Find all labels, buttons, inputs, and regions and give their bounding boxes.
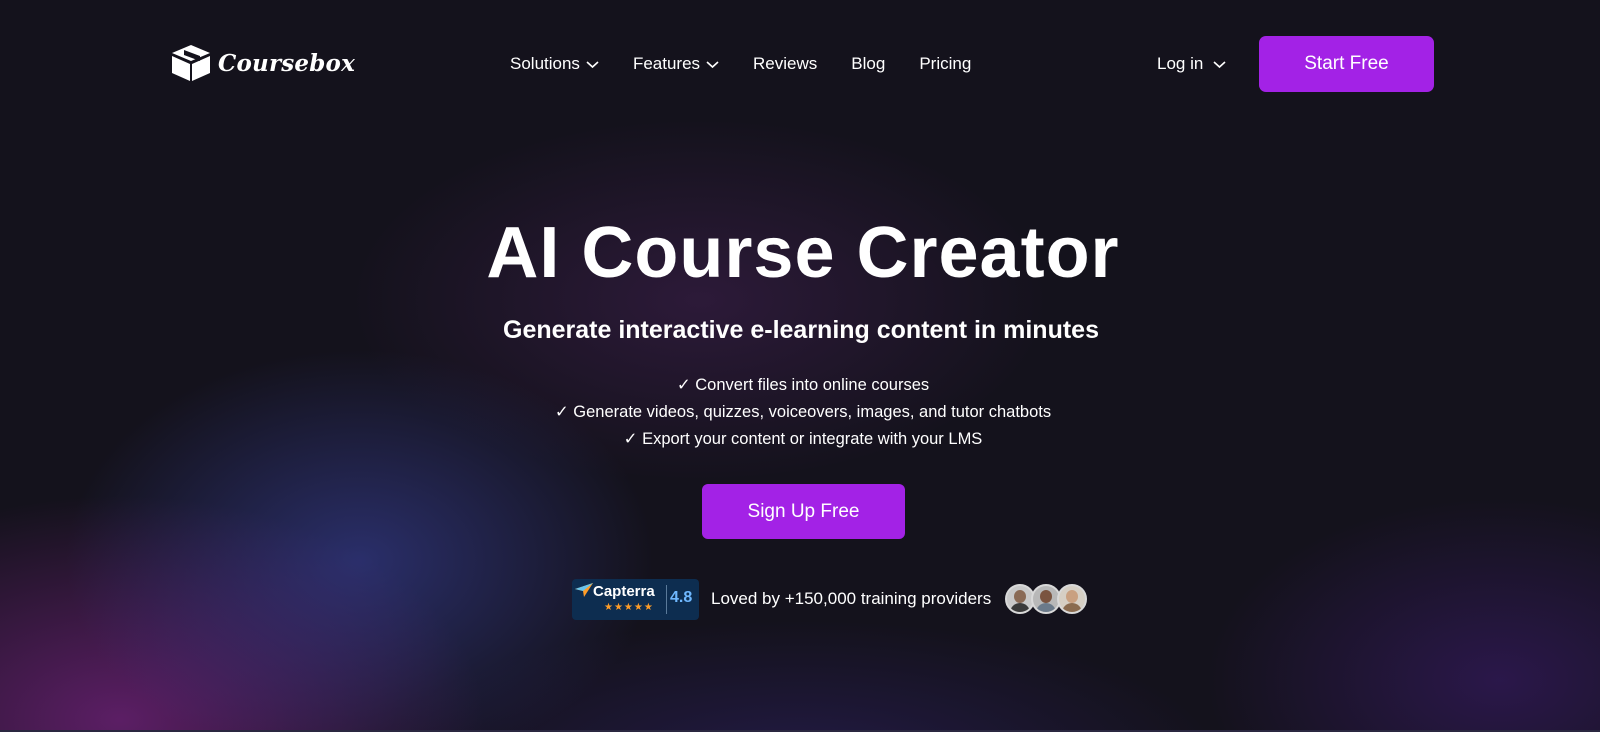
hero-subtitle: Generate interactive e-learning content …	[503, 316, 1099, 344]
nav-item-label: Reviews	[753, 54, 818, 73]
nav-item-solutions[interactable]: Solutions	[510, 54, 599, 74]
nav-item-label: Pricing	[919, 54, 972, 73]
rating-stars-icon: ★★★★★	[604, 601, 654, 613]
main-nav: Solutions Features Reviews Blog Pricing	[510, 50, 1005, 78]
hero-background	[0, 0, 1600, 732]
checklist-item: ✓ Generate videos, quizzes, voiceovers, …	[554, 403, 1052, 421]
capterra-arrow-icon	[575, 582, 593, 597]
nav-item-label: Blog	[851, 54, 886, 73]
chevron-down-icon	[706, 60, 719, 68]
nav-item-label: Solutions	[510, 54, 580, 73]
avatar-face	[1040, 590, 1053, 603]
brand-logo[interactable]: Coursebox	[170, 43, 355, 83]
capterra-score: 4.8	[670, 588, 693, 606]
brand-name: Coursebox	[218, 49, 356, 77]
nav-item-features[interactable]: Features	[633, 54, 719, 74]
sign-up-free-button[interactable]: Sign Up Free	[702, 484, 905, 539]
avatar-body	[1010, 603, 1031, 612]
checklist-item: ✓ Export your content or integrate with …	[623, 430, 983, 448]
nav-item-pricing[interactable]: Pricing	[919, 54, 971, 74]
capterra-name: Capterra	[593, 582, 655, 600]
avatar-body	[1062, 603, 1083, 612]
avatar-face	[1066, 590, 1079, 603]
nav-item-blog[interactable]: Blog	[851, 54, 885, 74]
social-proof: Capterra ★★★★★ 4.8 Loved by +150,000 tra…	[572, 578, 1088, 620]
feature-checklist: ✓ Convert files into online courses ✓ Ge…	[0, 372, 1600, 453]
proof-text: Loved by +150,000 training providers	[711, 589, 992, 608]
avatar-body	[1036, 603, 1057, 612]
nav-item-reviews[interactable]: Reviews	[753, 54, 817, 74]
avatar-group	[1005, 584, 1088, 614]
chevron-down-icon	[586, 60, 599, 68]
hero-title: AI Course Creator	[486, 213, 1120, 293]
login-menu[interactable]: Log in	[1157, 50, 1226, 78]
checklist-item: ✓ Convert files into online courses	[676, 376, 930, 394]
avatar-face	[1014, 590, 1027, 603]
capterra-badge[interactable]: Capterra ★★★★★ 4.8	[572, 578, 699, 620]
badge-divider	[666, 584, 667, 614]
login-label: Log in	[1157, 54, 1204, 73]
box-icon	[172, 45, 210, 81]
start-free-button[interactable]: Start Free	[1259, 36, 1434, 92]
avatar	[1057, 584, 1088, 614]
nav-item-label: Features	[632, 54, 701, 73]
chevron-down-icon	[1213, 60, 1226, 68]
